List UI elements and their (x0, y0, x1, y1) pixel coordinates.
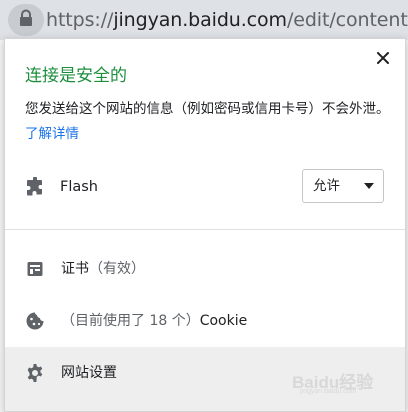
gear-icon (25, 363, 45, 383)
site-info-button[interactable] (8, 4, 44, 36)
caret-down-icon (364, 183, 374, 189)
flash-permission-select[interactable]: 允许 (302, 169, 384, 203)
certificate-item[interactable]: 证书（有效） (5, 243, 405, 295)
certificate-text: 证书 (61, 261, 89, 277)
cookie-label: （目前使用了 18 个）Cookie (61, 295, 247, 347)
lock-icon (18, 9, 34, 31)
certificate-label: 证书（有效） (61, 243, 145, 295)
watermark-subtext: jingyan.baidu.com (300, 388, 357, 395)
cookie-text: Cookie (199, 313, 248, 329)
url-path: /edit/content (286, 9, 408, 31)
address-bar[interactable]: https://jingyan.baidu.com/edit/content (0, 0, 408, 40)
close-button[interactable] (371, 47, 395, 71)
certificate-status: （有效） (89, 261, 145, 277)
url-text[interactable]: https://jingyan.baidu.com/edit/content (46, 6, 408, 34)
close-icon (376, 50, 390, 69)
certificate-icon (25, 259, 45, 279)
permission-label: Flash (60, 179, 98, 195)
cookie-count: （目前使用了 18 个） (61, 313, 200, 329)
connection-secure-title: 连接是安全的 (25, 66, 127, 86)
divider (5, 229, 405, 230)
url-prefix: https:// (46, 9, 114, 31)
site-settings-label: 网站设置 (61, 365, 117, 381)
select-value: 允许 (313, 178, 340, 194)
security-description: 您发送给这个网站的信息（例如密码或信用卡号）不会外泄。 了解详情 (25, 97, 395, 147)
cookie-item[interactable]: （目前使用了 18 个）Cookie (5, 295, 405, 347)
baidu-jingyan-watermark: Baidu经验 jingyan.baidu.com (292, 366, 402, 396)
url-host: jingyan.baidu.com (113, 9, 287, 31)
cookie-icon (25, 311, 45, 331)
description-text: 您发送给这个网站的信息（例如密码或信用卡号）不会外泄。 (25, 101, 390, 117)
permission-row-flash: Flash 允许 (5, 167, 405, 207)
learn-more-link[interactable]: 了解详情 (25, 126, 79, 142)
puzzle-icon (25, 176, 45, 197)
site-info-popup: 连接是安全的 您发送给这个网站的信息（例如密码或信用卡号）不会外泄。 了解详情 … (4, 38, 406, 412)
